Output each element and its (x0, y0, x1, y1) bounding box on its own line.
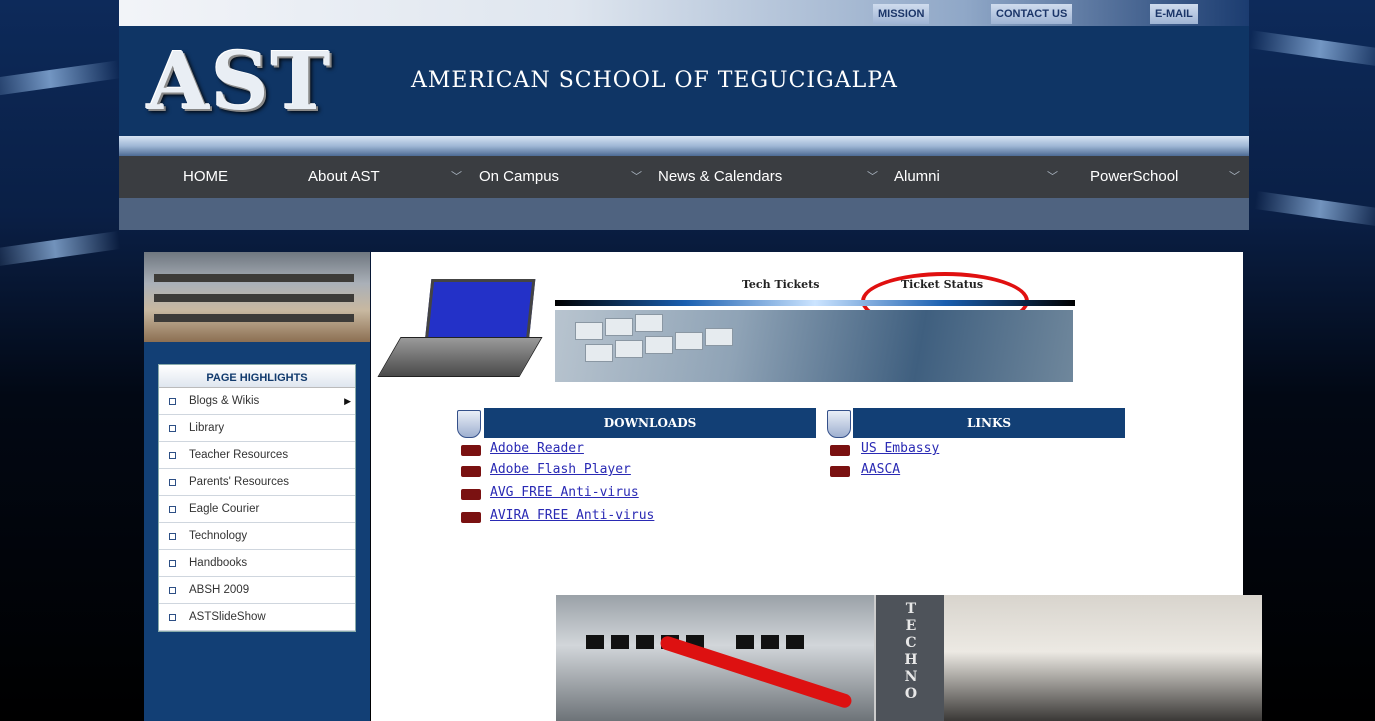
nav-news-calendars[interactable]: News & Calendars (658, 156, 782, 198)
folder-icon (461, 466, 481, 477)
nav-powerschool[interactable]: PowerSchool (1090, 156, 1178, 198)
square-bullet-icon (169, 506, 176, 513)
computer-lab-room-photo (944, 595, 1262, 721)
school-crest-icon (827, 410, 851, 438)
vertical-technology-text: TECHNO (904, 601, 918, 702)
nav-about-ast[interactable]: About AST (308, 156, 380, 198)
download-avg-link[interactable]: AVG FREE Anti-virus (490, 485, 639, 500)
tab-tech-tickets[interactable]: Tech Tickets (742, 278, 819, 291)
download-avira-link[interactable]: AVIRA FREE Anti-virus (490, 508, 654, 523)
square-bullet-icon (169, 533, 176, 540)
network-patch-panel-photo (556, 595, 876, 721)
school-name: AMERICAN SCHOOL OF TEGUCIGALPA (411, 68, 898, 93)
chevron-down-icon[interactable]: ﹀ (1229, 156, 1240, 198)
nav-on-campus[interactable]: On Campus (479, 156, 559, 198)
main-nav: HOME About AST ﹀ On Campus ﹀ News & Cale… (119, 156, 1249, 198)
page-highlights-menu: PAGE HIGHLIGHTS Blogs & Wikis ▶ Library T… (158, 364, 356, 632)
mission-link[interactable]: MISSION (873, 4, 930, 24)
sidebar-item-technology[interactable]: Technology (159, 523, 355, 550)
download-adobe-reader-link[interactable]: Adobe Reader (490, 441, 584, 456)
sidebar-item-parents-resources[interactable]: Parents' Resources (159, 469, 355, 496)
link-aasca[interactable]: AASCA (861, 462, 900, 477)
folder-icon (830, 445, 850, 456)
page-highlights-title: PAGE HIGHLIGHTS (159, 365, 355, 388)
folder-icon (461, 512, 481, 523)
technology-photo-strip: TECHNO (556, 595, 1262, 721)
main-content: Tech Tickets Ticket Status DOWNLOADS LIN… (371, 252, 1262, 721)
chevron-down-icon[interactable]: ﹀ (451, 156, 462, 198)
square-bullet-icon (169, 479, 176, 486)
folder-icon (461, 489, 481, 500)
site-container: MISSION CONTACT US E-MAIL AST AMERICAN S… (119, 0, 1262, 721)
nav-alumni[interactable]: Alumni (894, 156, 940, 198)
sidebar-item-astslideshow[interactable]: ASTSlideShow (159, 604, 355, 631)
header-swoosh (119, 136, 1249, 156)
download-adobe-flash-link[interactable]: Adobe Flash Player (490, 462, 631, 477)
email-link[interactable]: E-MAIL (1150, 4, 1198, 24)
sub-nav-bar (119, 198, 1249, 230)
square-bullet-icon (169, 587, 176, 594)
nav-home[interactable]: HOME (183, 156, 228, 198)
chevron-down-icon[interactable]: ﹀ (867, 156, 878, 198)
chevron-down-icon[interactable]: ﹀ (1047, 156, 1058, 198)
square-bullet-icon (169, 452, 176, 459)
ast-logo[interactable]: AST (147, 34, 332, 128)
school-crest-icon (457, 410, 481, 438)
arrow-right-icon: ▶ (344, 396, 351, 406)
contact-us-link[interactable]: CONTACT US (991, 4, 1073, 24)
computer-lab-photo (144, 252, 370, 342)
sidebar-item-eagle-courier[interactable]: Eagle Courier (159, 496, 355, 523)
folder-icon (830, 466, 850, 477)
sidebar-item-library[interactable]: Library (159, 415, 355, 442)
link-us-embassy[interactable]: US Embassy (861, 441, 939, 456)
top-utility-bar: MISSION CONTACT US E-MAIL (119, 0, 1249, 26)
sidebar-item-handbooks[interactable]: Handbooks (159, 550, 355, 577)
sidebar-item-absh-2009[interactable]: ABSH 2009 (159, 577, 355, 604)
square-bullet-icon (169, 425, 176, 432)
keyboard-banner (555, 310, 1073, 382)
square-bullet-icon (169, 560, 176, 567)
site-header: AST AMERICAN SCHOOL OF TEGUCIGALPA (119, 26, 1249, 136)
square-bullet-icon (169, 614, 176, 621)
chevron-down-icon[interactable]: ﹀ (631, 156, 642, 198)
folder-icon (461, 445, 481, 456)
sidebar-item-blogs-wikis[interactable]: Blogs & Wikis ▶ (159, 388, 355, 415)
downloads-header: DOWNLOADS (484, 408, 816, 438)
sidebar-item-teacher-resources[interactable]: Teacher Resources (159, 442, 355, 469)
tabs-underline (555, 300, 1075, 306)
square-bullet-icon (169, 398, 176, 405)
left-sidebar: PAGE HIGHLIGHTS Blogs & Wikis ▶ Library T… (144, 252, 370, 721)
links-header: LINKS (853, 408, 1125, 438)
